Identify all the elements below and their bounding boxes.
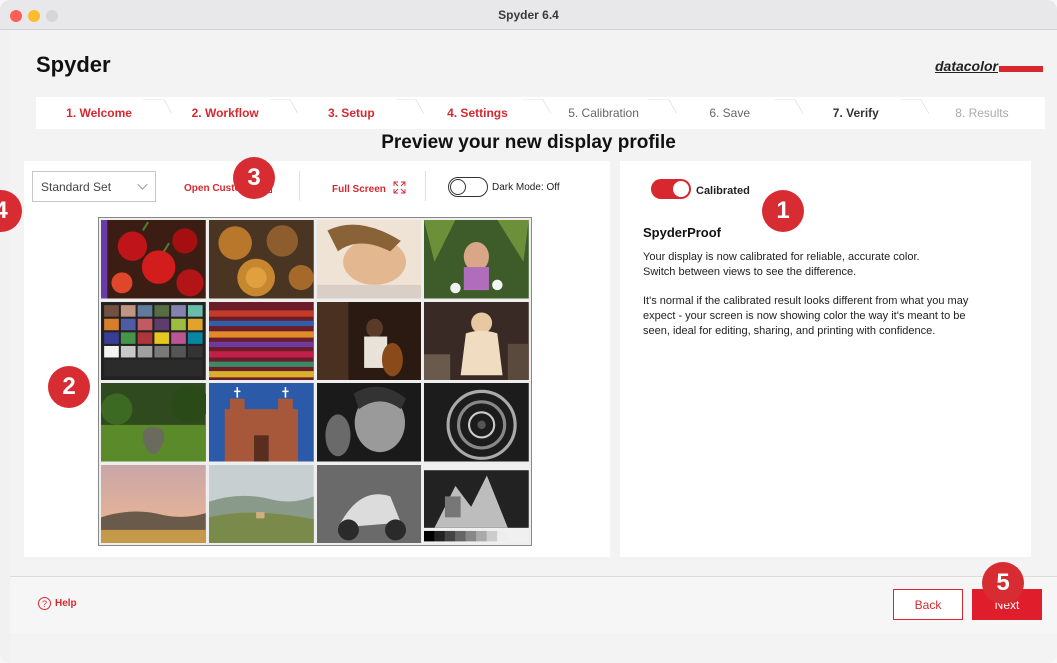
step-settings[interactable]: 4. Settings xyxy=(414,97,540,129)
datacolor-logo: datacolor xyxy=(935,58,1043,74)
question-icon: ? xyxy=(38,597,51,610)
step-welcome[interactable]: 1. Welcome xyxy=(36,97,162,129)
thumb-color-checker[interactable] xyxy=(101,301,206,381)
full-screen-label: Full Screen xyxy=(332,183,386,195)
calibrated-text-line: Switch between views to see the differen… xyxy=(643,266,857,278)
thumb-dancer[interactable] xyxy=(424,301,529,381)
calibrated-label: Calibrated xyxy=(696,185,750,197)
toolbar-divider xyxy=(299,171,300,201)
chevron-down-icon xyxy=(137,179,148,190)
help-label: Help xyxy=(55,598,77,609)
callout-badge-1: 1 xyxy=(762,190,804,232)
footer-bar: ? Help Back Next xyxy=(10,576,1057,633)
thumb-peppers[interactable] xyxy=(101,220,206,299)
window-title: Spyder 6.4 xyxy=(498,8,559,22)
thumb-bw-portrait[interactable] xyxy=(316,383,422,462)
toolbar-divider xyxy=(425,171,426,201)
app-window: Spyder 6.4 Spyder datacolor 1. Welcome 2… xyxy=(0,0,1057,663)
brand-bar xyxy=(999,66,1043,72)
workflow-steps: 1. Welcome 2. Workflow 3. Setup 4. Setti… xyxy=(36,97,1045,129)
step-save[interactable]: 6. Save xyxy=(667,97,793,129)
callout-badge-5: 5 xyxy=(982,562,1024,604)
thumb-cellist[interactable] xyxy=(316,301,422,381)
spyderproof-title: SpyderProof xyxy=(643,225,722,240)
thumb-garden-urn[interactable] xyxy=(101,383,206,462)
thumb-sunset-hills[interactable] xyxy=(101,464,206,544)
thumb-girl-flowers[interactable] xyxy=(424,220,529,299)
toggle-knob xyxy=(450,179,466,195)
full-screen-button[interactable]: Full Screen xyxy=(332,181,406,197)
thumb-woman-portrait[interactable] xyxy=(316,220,422,299)
dark-mode-toggle[interactable] xyxy=(448,177,488,197)
thumb-adobe-church[interactable] xyxy=(208,383,314,462)
app-title: Spyder xyxy=(36,52,111,77)
dark-mode-label: Dark Mode: Off xyxy=(492,182,560,193)
callout-badge-3: 3 xyxy=(233,157,275,199)
brand-name: datacolor xyxy=(934,58,998,74)
toggle-knob xyxy=(673,181,689,197)
preview-panel: Standard Set Open Custom Full Screen Dar… xyxy=(24,161,610,557)
thumb-tuscany-landscape[interactable] xyxy=(208,464,314,544)
step-verify[interactable]: 7. Verify xyxy=(793,97,919,129)
image-set-value: Standard Set xyxy=(41,179,112,194)
callout-badge-2: 2 xyxy=(48,366,90,408)
help-link[interactable]: ? Help xyxy=(38,597,77,610)
explanation-text-line: It's normal if the calibrated result loo… xyxy=(643,295,969,307)
back-button[interactable]: Back xyxy=(893,589,963,620)
proof-image-grid xyxy=(98,217,532,546)
thumb-spiral-stairs[interactable] xyxy=(424,383,529,462)
explanation-text-line: expect - your screen is now showing colo… xyxy=(643,310,966,322)
step-workflow[interactable]: 2. Workflow xyxy=(162,97,288,129)
thumb-bw-test-chart[interactable] xyxy=(424,464,529,544)
step-calibration[interactable]: 5. Calibration xyxy=(541,97,667,129)
title-bar: Spyder 6.4 xyxy=(0,0,1057,30)
page-heading: Preview your new display profile xyxy=(381,132,676,153)
image-set-select[interactable]: Standard Set xyxy=(32,171,156,202)
step-setup[interactable]: 3. Setup xyxy=(288,97,414,129)
explanation-text-line: seen, ideal for editing, sharing, and pr… xyxy=(643,325,936,337)
expand-icon xyxy=(393,181,406,197)
thumb-bowls[interactable] xyxy=(208,220,314,299)
step-results: 8. Results xyxy=(955,106,1009,120)
thumb-bw-scooter[interactable] xyxy=(316,464,422,544)
calibrated-text-line: Your display is now calibrated for relia… xyxy=(643,251,920,263)
calibrated-toggle[interactable] xyxy=(651,179,691,199)
thumb-fabric[interactable] xyxy=(208,301,314,381)
profile-info-panel: Calibrated SpyderProof Your display is n… xyxy=(620,161,1031,557)
